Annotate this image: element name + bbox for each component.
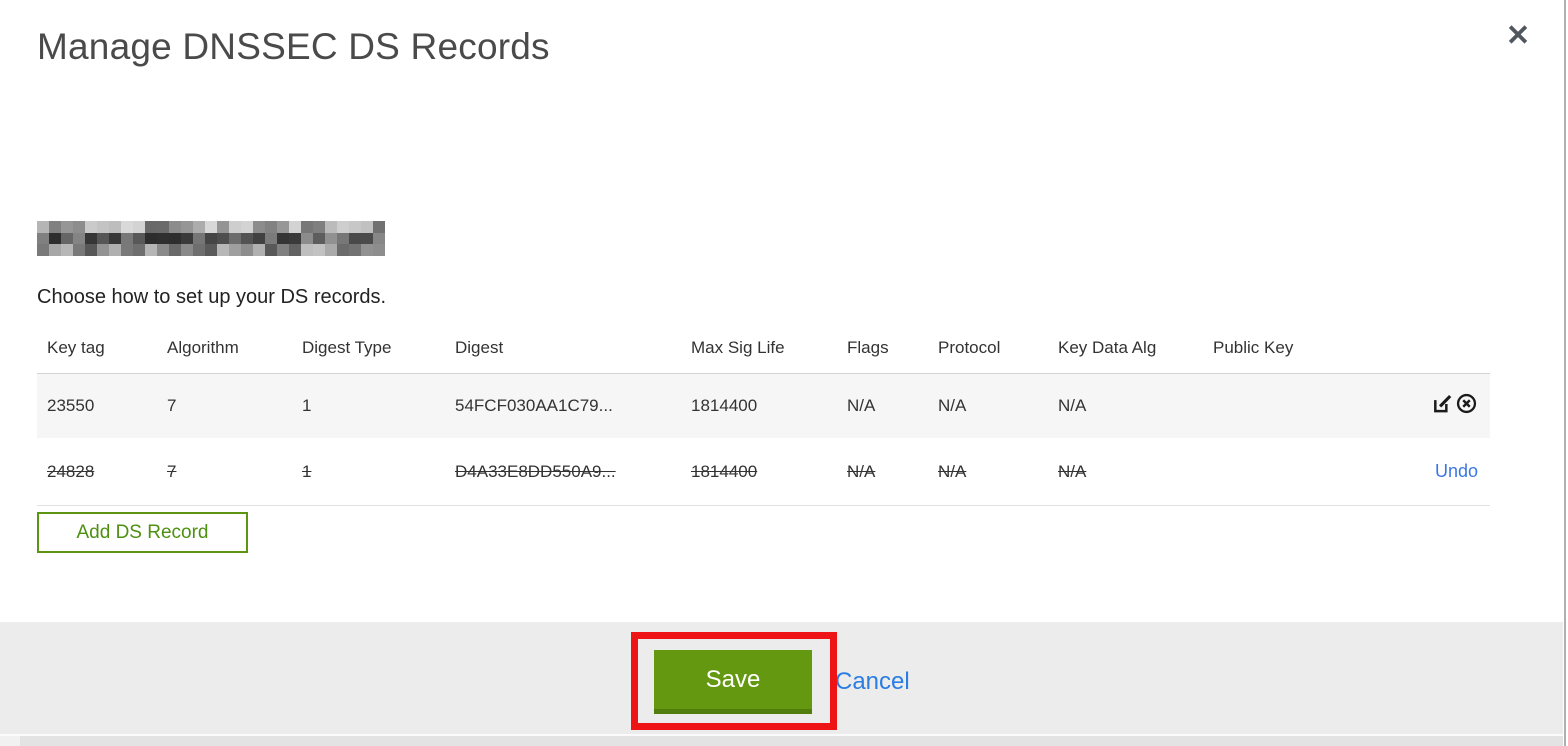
edit-icon[interactable] bbox=[1431, 392, 1454, 420]
row-actions: Undo bbox=[1370, 438, 1490, 506]
undo-link[interactable]: Undo bbox=[1435, 461, 1478, 481]
cell-public-key bbox=[1203, 438, 1370, 506]
col-key-data-alg: Key Data Alg bbox=[1058, 338, 1157, 357]
cell-digest-type: 1 bbox=[302, 461, 312, 481]
background-page-edge bbox=[0, 734, 1563, 746]
cell-flags: N/A bbox=[847, 461, 876, 481]
save-button[interactable]: Save bbox=[654, 650, 812, 714]
cell-algorithm: 7 bbox=[167, 461, 177, 481]
cell-key-data-alg: N/A bbox=[1058, 396, 1087, 415]
cell-key-tag: 24828 bbox=[47, 461, 95, 481]
cell-key-data-alg: N/A bbox=[1058, 461, 1087, 481]
col-digest-type: Digest Type bbox=[302, 338, 392, 357]
manage-dnssec-modal: Manage DNSSEC DS Records ✕ Choose how to… bbox=[0, 0, 1568, 746]
ds-record-row-deleted: 24828 7 1 D4A33E8DD550A9... 1814400 N/A … bbox=[37, 438, 1490, 506]
window-right-border bbox=[1564, 0, 1566, 746]
add-ds-record-button[interactable]: Add DS Record bbox=[37, 512, 248, 553]
close-icon[interactable]: ✕ bbox=[1500, 18, 1536, 54]
col-protocol: Protocol bbox=[938, 338, 1001, 357]
cell-protocol: N/A bbox=[938, 396, 967, 415]
cancel-link[interactable]: Cancel bbox=[835, 668, 910, 696]
delete-icon[interactable] bbox=[1455, 392, 1478, 420]
col-key-tag: Key tag bbox=[47, 338, 105, 357]
cell-protocol: N/A bbox=[938, 461, 967, 481]
cell-max-sig-life: 1814400 bbox=[691, 461, 758, 481]
ds-record-row: 23550 7 1 54FCF030AA1C79... 1814400 N/A … bbox=[37, 373, 1490, 439]
col-public-key: Public Key bbox=[1213, 338, 1294, 357]
row-actions bbox=[1370, 374, 1490, 439]
cell-key-tag: 23550 bbox=[47, 396, 95, 415]
col-actions bbox=[1370, 330, 1490, 374]
col-digest: Digest bbox=[455, 338, 504, 357]
cell-max-sig-life: 1814400 bbox=[691, 396, 758, 415]
cell-public-key bbox=[1203, 374, 1370, 439]
cell-flags: N/A bbox=[847, 396, 876, 415]
intro-text: Choose how to set up your DS records. bbox=[37, 286, 387, 308]
cell-digest: D4A33E8DD550A9... bbox=[455, 461, 616, 481]
redacted-domain bbox=[37, 221, 385, 256]
cell-digest: 54FCF030AA1C79... bbox=[455, 396, 613, 415]
col-flags: Flags bbox=[847, 338, 889, 357]
cell-digest-type: 1 bbox=[302, 396, 312, 415]
cell-algorithm: 7 bbox=[167, 396, 177, 415]
ds-records-table: Key tag Algorithm Digest Type Digest Max… bbox=[37, 330, 1490, 506]
table-header-row: Key tag Algorithm Digest Type Digest Max… bbox=[37, 330, 1490, 374]
page-title: Manage DNSSEC DS Records bbox=[37, 26, 550, 67]
col-algorithm: Algorithm bbox=[167, 338, 239, 357]
col-max-sig-life: Max Sig Life bbox=[691, 338, 785, 357]
